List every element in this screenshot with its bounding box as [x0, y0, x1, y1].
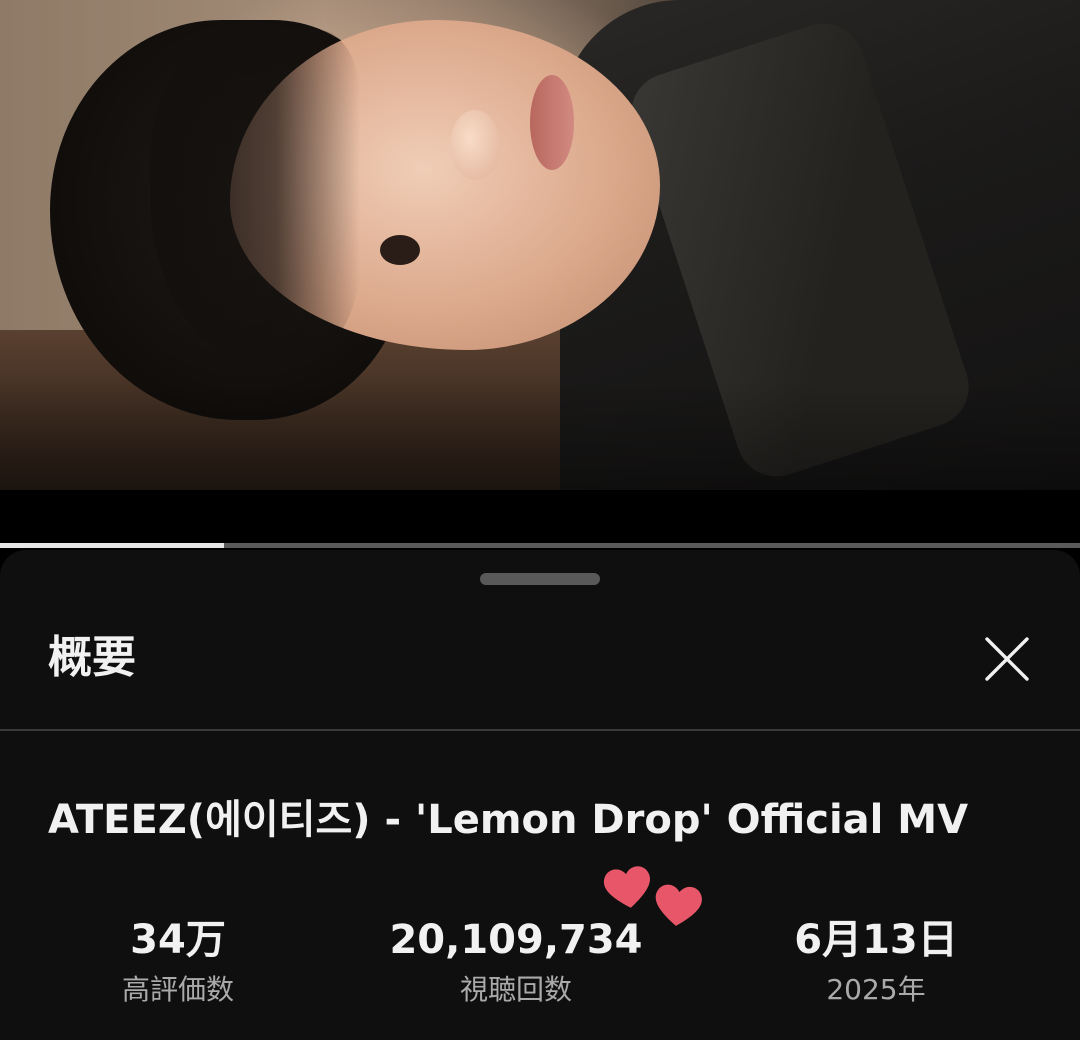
video-player[interactable] [0, 0, 1080, 490]
publish-year: 2025年 [826, 973, 926, 1006]
close-icon [985, 637, 1029, 681]
likes-label: 高評価数 [121, 973, 234, 1006]
video-progress-bar[interactable] [0, 543, 1080, 548]
publish-date: 6月13日 [794, 917, 958, 963]
stat-date: 6月13日 2025年 [726, 915, 1026, 1009]
screen: 概要 ATEEZ(에이티즈) - 'Lemon Drop' Official M… [0, 0, 1080, 1040]
video-frame-eye [380, 235, 420, 265]
views-count: 20,109,734 [389, 917, 643, 963]
drag-handle[interactable] [480, 573, 600, 585]
panel-divider [0, 729, 1080, 731]
video-frame-fringe [150, 30, 360, 360]
panel-title: 概要 [48, 632, 136, 683]
close-button[interactable] [976, 628, 1038, 690]
stat-views: 20,109,734 視聴回数 [366, 915, 666, 1009]
stat-likes: 34万 高評価数 [28, 915, 328, 1009]
video-frame-lips [530, 75, 574, 170]
video-frame-shade [0, 380, 1080, 490]
views-label: 視聴回数 [459, 973, 572, 1006]
video-progress-fill [0, 543, 224, 548]
video-frame-nose [450, 110, 500, 180]
description-panel: 概要 ATEEZ(에이티즈) - 'Lemon Drop' Official M… [0, 550, 1080, 1040]
likes-count: 34万 [130, 917, 226, 963]
video-title: ATEEZ(에이티즈) - 'Lemon Drop' Official MV [48, 797, 969, 843]
